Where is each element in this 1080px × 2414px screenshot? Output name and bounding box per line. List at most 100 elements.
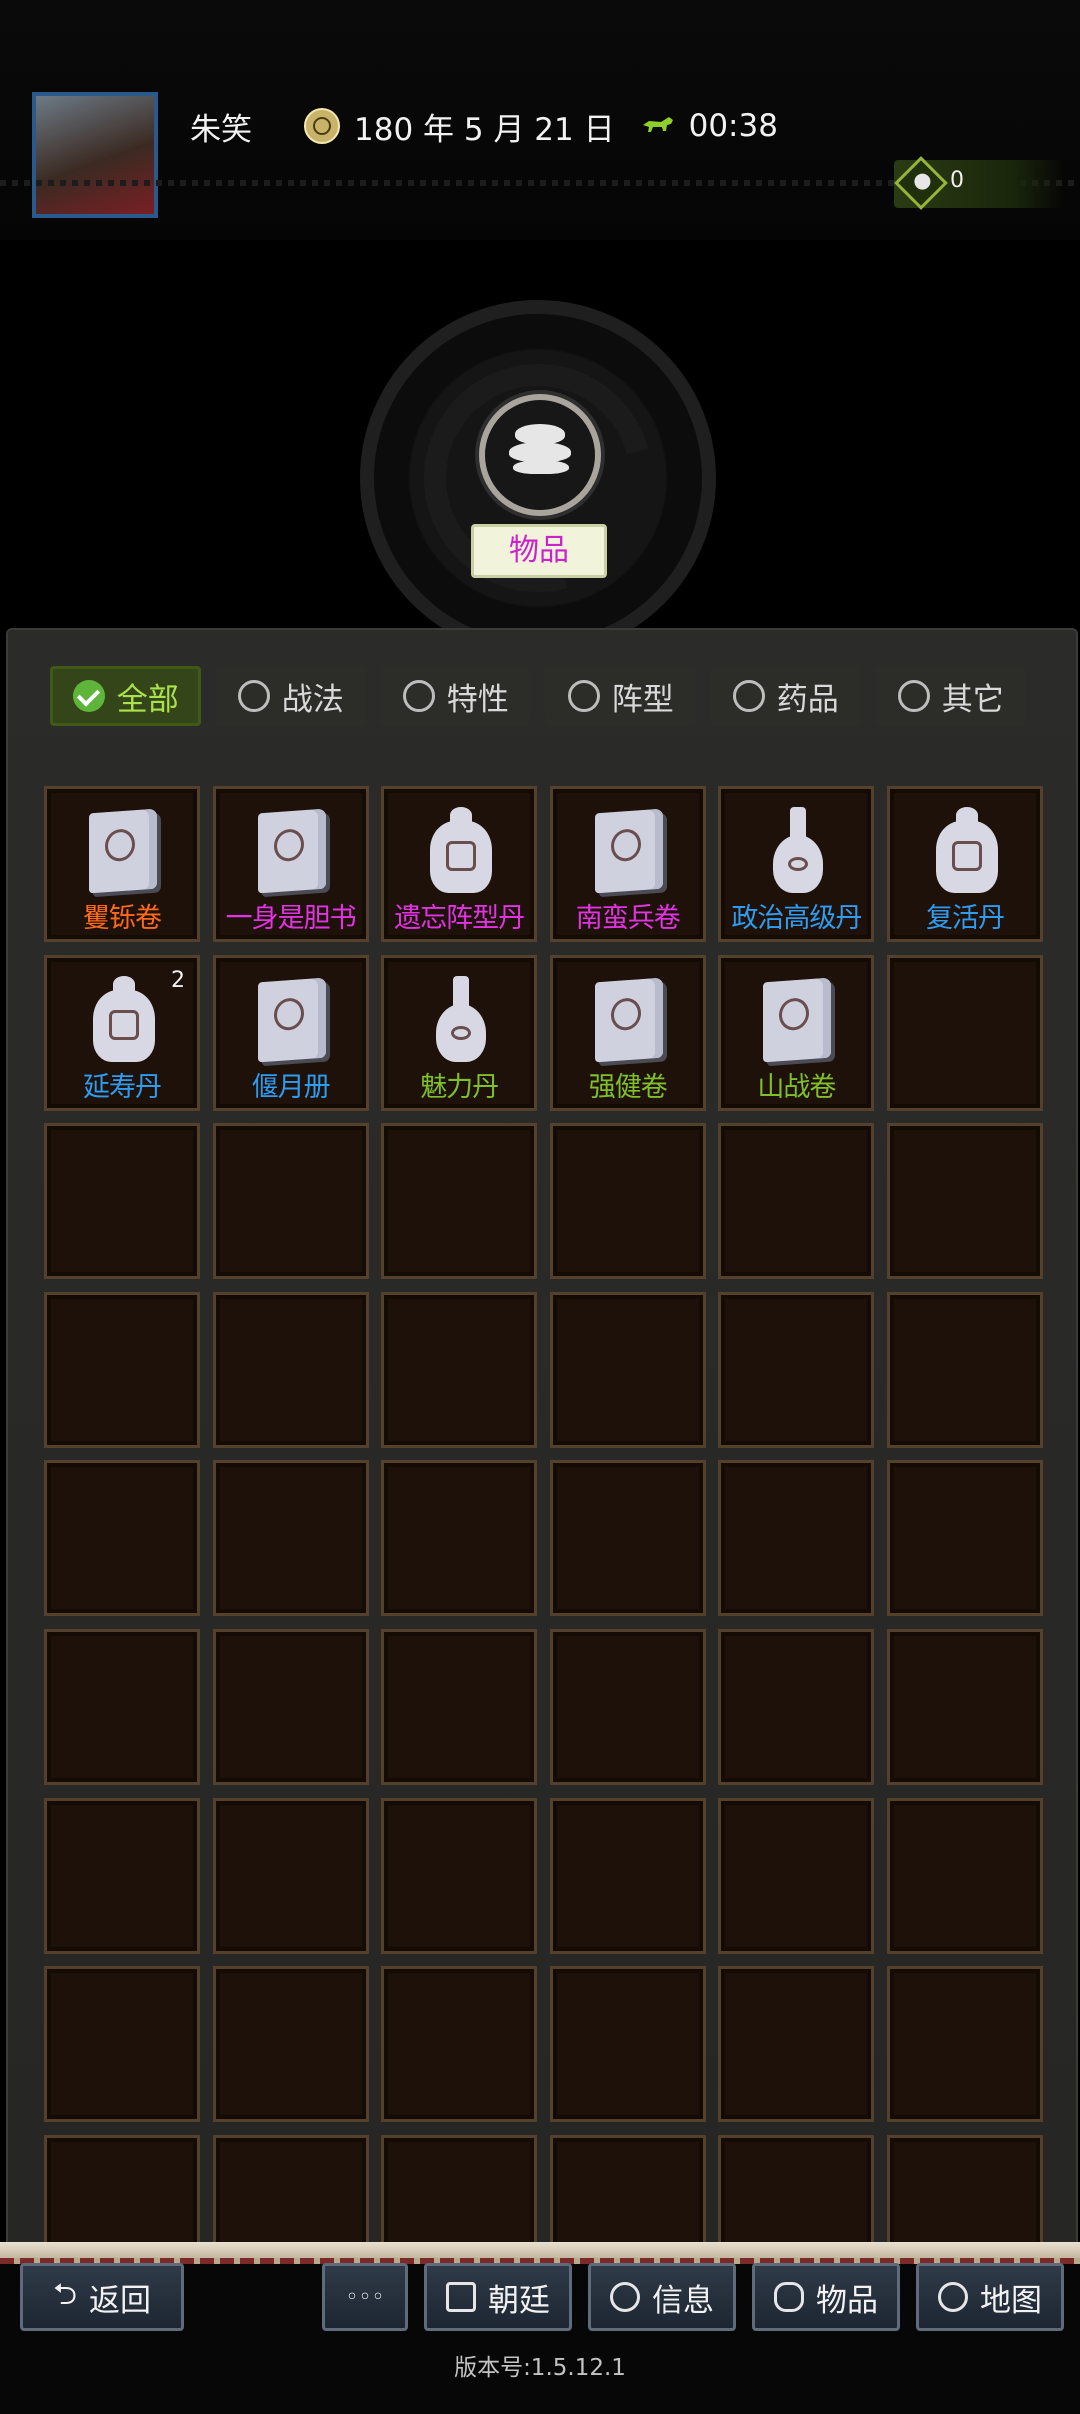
chat-bubble-icon <box>610 2282 640 2312</box>
item-name: 魅力丹 <box>420 1071 499 1103</box>
money-bag-icon <box>894 156 948 210</box>
inventory-item-slot[interactable]: 延寿丹 2 <box>44 954 200 1111</box>
empty-inventory-slot <box>44 1797 200 1954</box>
book-icon <box>589 807 671 895</box>
pill-jar-icon <box>926 807 1008 895</box>
currency-value: 0 <box>950 168 964 193</box>
filter-tab-4[interactable]: 阵型 <box>545 666 697 726</box>
game-date: 180 年 5 月 21 日 <box>354 111 615 148</box>
book-icon <box>757 976 839 1064</box>
inventory-item-slot[interactable]: 南蛮兵卷 <box>549 786 706 942</box>
inventory-item-slot[interactable]: 遗忘阵型丹 <box>381 786 538 942</box>
items-button[interactable]: 物品 <box>752 2263 900 2331</box>
sun-dial-icon <box>304 108 340 144</box>
globe-icon <box>938 2282 968 2312</box>
empty-inventory-slot <box>718 1291 875 1448</box>
bottom-nav: ⮌ 返回 ◦◦◦ 朝廷 信息 物品 地图 版本号:1.5.12.1 <box>0 2242 1080 2414</box>
pill-jar-icon <box>83 975 165 1064</box>
empty-inventory-slot <box>886 1628 1043 1785</box>
more-button[interactable]: ◦◦◦ <box>322 2263 408 2331</box>
back-arrow-icon: ⮌ <box>52 2276 78 2312</box>
empty-inventory-slot <box>44 1460 200 1617</box>
filter-tab-label: 全部 <box>116 681 179 718</box>
empty-inventory-slot <box>549 1123 706 1280</box>
empty-inventory-slot <box>549 1460 706 1617</box>
back-button[interactable]: ⮌ 返回 <box>20 2263 184 2331</box>
empty-inventory-slot <box>886 1797 1043 1954</box>
empty-inventory-slot <box>381 1966 538 2123</box>
info-button[interactable]: 信息 <box>588 2263 736 2331</box>
empty-inventory-slot <box>44 1966 200 2123</box>
empty-inventory-slot <box>381 1797 538 1954</box>
empty-inventory-slot <box>549 1966 706 2123</box>
empty-inventory-slot <box>886 1966 1043 2123</box>
empty-inventory-slot <box>212 1797 369 1954</box>
empty-inventory-slot <box>381 1123 538 1280</box>
empty-inventory-slot <box>718 1123 875 1280</box>
empty-inventory-slot <box>212 1966 369 2123</box>
inventory-grid: 矍铄卷 一身是胆书 遗忘阵型丹 南蛮兵卷 政治高级丹 复活丹延寿丹 2 偃月册 魅力丹 强健卷 山战… <box>44 786 1046 2291</box>
radio-icon <box>567 680 600 712</box>
empty-inventory-slot <box>549 1291 706 1448</box>
version-label: 版本号:1.5.12.1 <box>454 2355 626 2381</box>
inventory-item-slot[interactable]: 矍铄卷 <box>44 786 200 942</box>
court-button[interactable]: 朝廷 <box>424 2263 572 2331</box>
empty-inventory-slot <box>381 1291 538 1448</box>
filter-tab-3[interactable]: 特性 <box>380 666 532 726</box>
map-button[interactable]: 地图 <box>916 2263 1064 2331</box>
inventory-item-slot[interactable]: 强健卷 <box>549 954 706 1111</box>
more-dots-icon: ◦◦◦ <box>345 2284 385 2310</box>
item-name: 偃月册 <box>251 1071 331 1103</box>
game-time: 00:38 <box>688 108 778 144</box>
item-name: 山战卷 <box>757 1071 836 1103</box>
inventory-item-slot[interactable]: 一身是胆书 <box>212 786 369 942</box>
inventory-item-slot[interactable]: 魅力丹 <box>381 954 538 1111</box>
empty-inventory-slot <box>212 1291 369 1448</box>
inventory-item-slot[interactable]: 政治高级丹 <box>718 786 875 942</box>
item-name: 强健卷 <box>588 1071 668 1103</box>
player-name: 朱笑 <box>190 111 252 148</box>
info-button-label: 信息 <box>652 2282 714 2319</box>
empty-inventory-slot <box>549 1628 706 1785</box>
filter-tab-1[interactable]: 全部 <box>50 666 202 726</box>
empty-inventory-slot <box>381 1628 538 1785</box>
item-name: 政治高级丹 <box>731 903 862 934</box>
palace-icon <box>446 2282 476 2312</box>
filter-tab-label: 阵型 <box>611 681 674 718</box>
empty-inventory-slot <box>886 1123 1043 1280</box>
filter-tab-2[interactable]: 战法 <box>215 666 367 726</box>
horse-icon <box>642 117 673 132</box>
item-name: 一身是胆书 <box>225 903 357 934</box>
court-button-label: 朝廷 <box>488 2282 550 2319</box>
radio-icon <box>732 680 765 712</box>
item-name: 遗忘阵型丹 <box>394 903 525 934</box>
header-info-row: 朱笑 180 年 5 月 21 日 00:38 <box>190 102 778 150</box>
empty-inventory-slot <box>886 1291 1043 1448</box>
empty-inventory-slot <box>549 1797 706 1954</box>
items-icon <box>479 394 601 516</box>
empty-inventory-slot <box>886 1460 1043 1617</box>
radio-icon <box>402 680 435 712</box>
empty-inventory-slot <box>718 1628 875 1785</box>
player-avatar[interactable] <box>32 92 158 218</box>
filter-tab-5[interactable]: 药品 <box>710 666 862 726</box>
filter-tab-label: 药品 <box>776 681 839 718</box>
back-button-label: 返回 <box>89 2282 152 2319</box>
filter-tab-label: 其它 <box>941 681 1004 718</box>
radio-icon <box>237 680 270 712</box>
inventory-item-slot[interactable]: 偃月册 <box>212 954 369 1111</box>
item-name: 矍铄卷 <box>83 903 162 934</box>
filter-tab-6[interactable]: 其它 <box>875 666 1027 726</box>
item-name: 南蛮兵卷 <box>575 903 681 934</box>
item-name: 延寿丹 <box>83 1071 162 1103</box>
item-name: 复活丹 <box>925 903 1005 934</box>
bottom-nav-border <box>0 2242 1080 2264</box>
book-icon <box>83 807 165 895</box>
empty-inventory-slot <box>718 1460 875 1617</box>
inventory-item-slot[interactable]: 复活丹 <box>886 786 1043 942</box>
filter-tab-label: 特性 <box>446 681 509 718</box>
inventory-panel: 全部 战法 特性 阵型 药品 其它 矍铄卷 一身是胆书 遗忘阵型丹 南蛮兵卷 政治高级丹 复活丹延寿… <box>6 628 1078 2291</box>
inventory-item-slot[interactable]: 山战卷 <box>718 954 875 1111</box>
category-emblem-area: 物品 <box>0 240 1080 656</box>
items-button-label: 物品 <box>816 2282 878 2319</box>
